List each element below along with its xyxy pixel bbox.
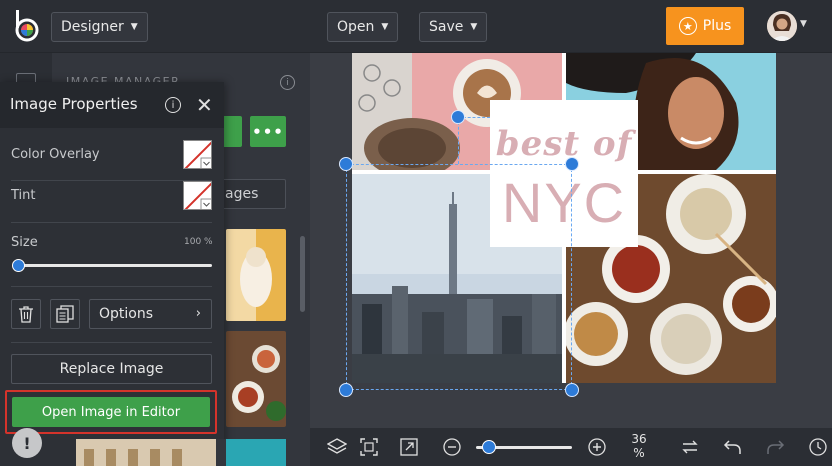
duplicate-button[interactable] xyxy=(50,299,80,329)
zoom-in-icon[interactable] xyxy=(587,437,607,457)
open-editor-label: Open Image in Editor xyxy=(41,404,181,420)
best-of-text[interactable]: best of xyxy=(490,124,638,164)
resize-handle[interactable] xyxy=(339,157,353,171)
panel-title: Image Properties xyxy=(10,95,138,113)
more-options-button[interactable]: ••• xyxy=(250,116,286,147)
chevron-right-icon: › xyxy=(195,306,201,321)
close-icon[interactable]: ✕ xyxy=(196,93,213,117)
more-label: ••• xyxy=(252,122,284,141)
resize-handle[interactable] xyxy=(565,157,579,171)
size-label: Size xyxy=(11,235,38,250)
tab-label: ages xyxy=(225,186,259,202)
duplicate-icon xyxy=(56,305,74,323)
trash-icon xyxy=(19,306,33,323)
chevron-down-icon[interactable]: ▼ xyxy=(800,19,807,29)
undo-icon[interactable] xyxy=(723,437,743,457)
divider xyxy=(11,342,212,343)
resize-handle[interactable] xyxy=(339,383,353,397)
plus-upgrade-button[interactable]: ★ Plus xyxy=(666,7,744,45)
redo-icon[interactable] xyxy=(765,437,785,457)
open-label: Open xyxy=(337,19,375,35)
expand-icon[interactable] xyxy=(399,437,419,457)
size-value: 100 % xyxy=(184,237,213,247)
tint-label: Tint xyxy=(11,188,36,203)
bottom-toolbar: 36 % xyxy=(310,428,832,466)
chevron-down-icon: ▼ xyxy=(130,22,138,32)
options-button[interactable]: Options › xyxy=(89,299,212,329)
plus-label: Plus xyxy=(702,18,732,34)
mode-label: Designer xyxy=(61,19,124,35)
zoom-level: 36 % xyxy=(628,432,650,460)
resize-handle[interactable] xyxy=(451,110,465,124)
size-slider-handle[interactable] xyxy=(11,259,25,272)
divider xyxy=(11,180,212,181)
save-dropdown[interactable]: Save ▼ xyxy=(419,12,488,42)
info-icon[interactable]: i xyxy=(165,97,181,113)
scrollbar[interactable] xyxy=(300,236,305,312)
history-icon[interactable] xyxy=(808,437,828,457)
chevron-down-icon: ▼ xyxy=(381,22,389,32)
swap-icon[interactable] xyxy=(680,437,700,457)
save-label: Save xyxy=(429,19,464,35)
delete-button[interactable] xyxy=(11,299,41,329)
help-icon[interactable]: ! xyxy=(12,428,42,458)
replace-image-button[interactable]: Replace Image xyxy=(11,354,212,384)
divider xyxy=(11,222,212,223)
size-slider-track[interactable] xyxy=(14,264,212,267)
options-label: Options xyxy=(99,306,154,322)
top-bar: Designer ▼ Open ▼ Save ▼ ★ Plus ▼ xyxy=(0,0,832,53)
layers-icon[interactable] xyxy=(327,437,347,457)
zoom-unit: % xyxy=(633,446,645,460)
resize-handle[interactable] xyxy=(565,383,579,397)
zoom-out-icon[interactable] xyxy=(442,437,462,457)
image-thumbnail[interactable] xyxy=(226,229,286,321)
color-overlay-label: Color Overlay xyxy=(11,147,100,162)
divider xyxy=(11,286,212,287)
mode-dropdown[interactable]: Designer ▼ xyxy=(51,12,148,42)
star-icon: ★ xyxy=(678,17,697,35)
zoom-value: 36 xyxy=(631,432,647,446)
replace-label: Replace Image xyxy=(59,361,164,377)
image-properties-panel: Image Properties i ✕ Color Overlay Tint … xyxy=(0,82,286,466)
chevron-down-icon: ▼ xyxy=(470,22,478,32)
image-thumbnail[interactable] xyxy=(76,439,286,466)
properties-header: Image Properties i ✕ xyxy=(0,82,224,128)
app-logo-icon[interactable] xyxy=(14,10,40,42)
open-dropdown[interactable]: Open ▼ xyxy=(327,12,399,42)
tint-swatch[interactable] xyxy=(183,181,212,210)
selection-box xyxy=(346,164,572,390)
info-icon[interactable]: i xyxy=(280,75,295,90)
avatar[interactable] xyxy=(767,11,797,41)
zoom-slider-handle[interactable] xyxy=(481,440,496,454)
open-image-in-editor-button[interactable]: Open Image in Editor xyxy=(12,397,210,427)
fit-screen-icon[interactable] xyxy=(359,437,379,457)
tab-images[interactable]: ages xyxy=(220,179,286,209)
highlight-box: Open Image in Editor xyxy=(5,390,217,434)
image-thumbnail[interactable] xyxy=(226,331,286,427)
selection-guide xyxy=(458,117,459,164)
color-overlay-swatch[interactable] xyxy=(183,140,212,169)
